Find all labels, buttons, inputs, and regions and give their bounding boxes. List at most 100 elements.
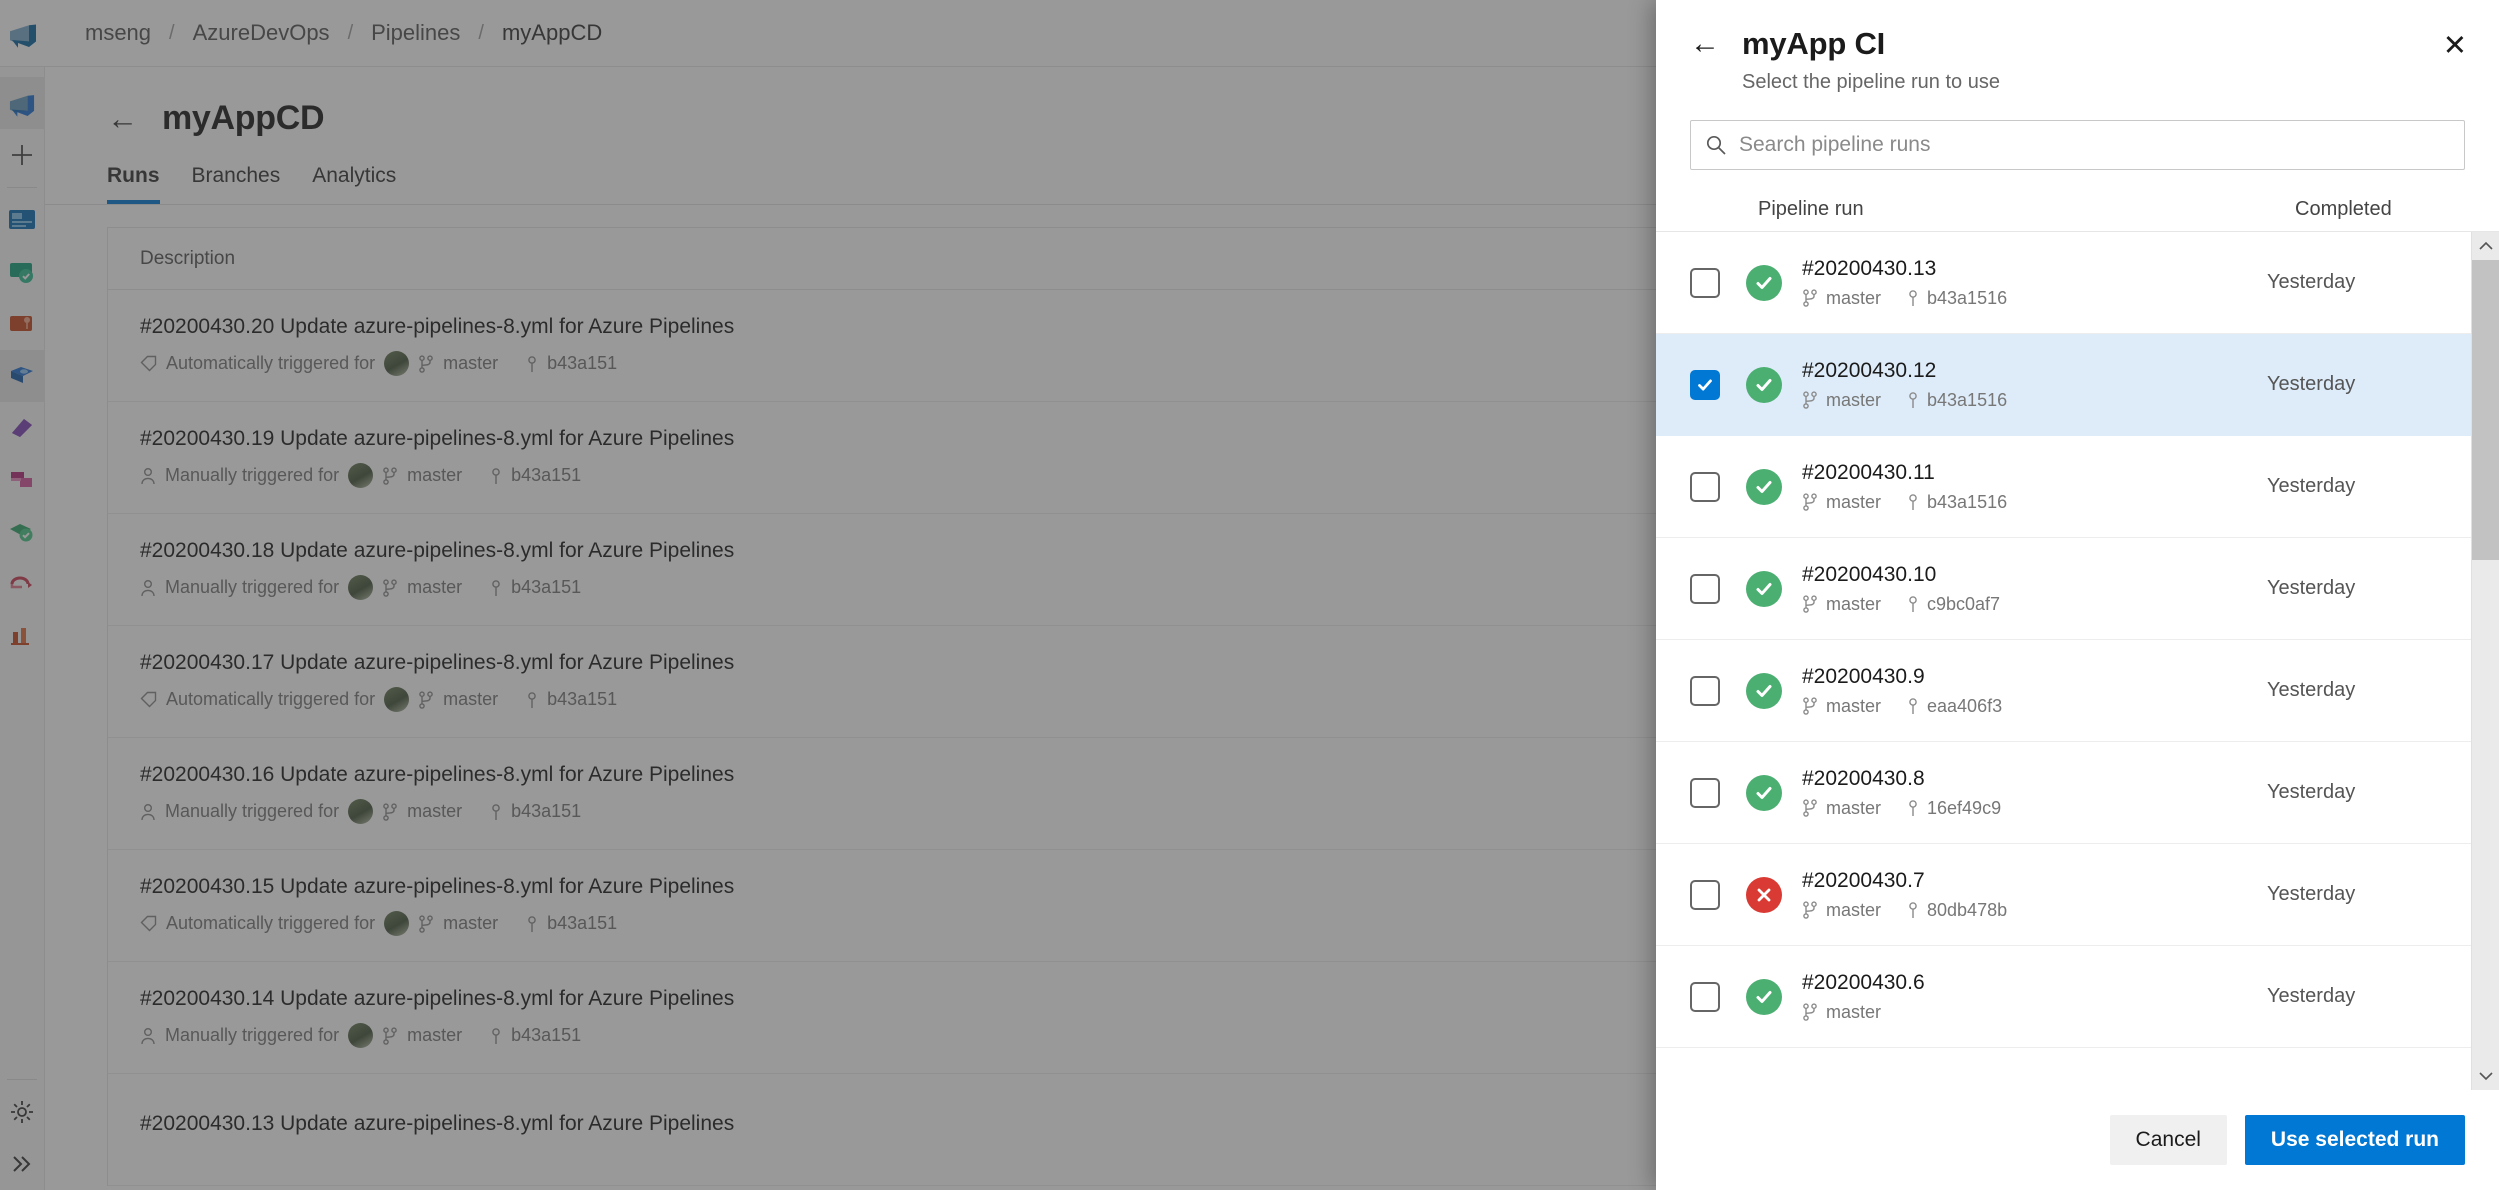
search-input[interactable] [1739, 133, 2450, 157]
pipeline-run-row[interactable]: #20200430.9 master eaa406f3 Yesterday [1656, 640, 2471, 742]
run-branch-label: master [1826, 899, 1882, 920]
branch-icon [1802, 901, 1818, 919]
pipeline-run-meta: master b43a1516 [1802, 288, 2267, 309]
pipeline-run-completed: Yesterday [2267, 271, 2356, 293]
commit-icon [1907, 799, 1919, 817]
run-branch-label: master [1826, 491, 1882, 512]
list-column-headers: Pipeline run Completed [1656, 170, 2499, 232]
pipeline-run-id: #20200430.11 [1802, 460, 1935, 484]
search-box[interactable] [1690, 120, 2465, 170]
pipeline-run-id: #20200430.12 [1802, 358, 1937, 382]
run-branch-label: master [1826, 389, 1882, 410]
pipeline-run-row[interactable]: #20200430.12 master b43a1516 Yesterday [1656, 334, 2471, 436]
pipeline-run-id: #20200430.7 [1802, 868, 1925, 892]
app-root: mseng / AzureDevOps / Pipelines / myAppC… [0, 0, 2499, 1190]
dialog-title: myApp CI [1742, 26, 1886, 61]
commit-icon [1907, 901, 1919, 919]
branch-icon [1802, 1003, 1818, 1021]
pipeline-run-id: #20200430.10 [1802, 562, 1937, 586]
run-commit-label: b43a1516 [1927, 389, 2008, 410]
scrollbar-thumb[interactable] [2472, 260, 2499, 560]
run-branch-label: master [1826, 593, 1882, 614]
run-commit-label: eaa406f3 [1927, 695, 2003, 716]
chevron-up-icon[interactable] [2478, 232, 2493, 260]
column-header-completed: Completed [2295, 198, 2392, 220]
commit-icon [1907, 493, 1919, 511]
status-success-icon [1746, 468, 1782, 505]
pipeline-run-completed: Yesterday [2267, 373, 2356, 395]
pipeline-run-id: #20200430.8 [1802, 766, 1925, 790]
status-success-icon [1746, 366, 1782, 403]
pipeline-run-main: #20200430.11 master b43a1516 [1802, 461, 2267, 513]
pipeline-run-completed: Yesterday [2267, 883, 2356, 905]
branch-icon [1802, 799, 1818, 817]
search-icon [1705, 134, 1727, 156]
dialog-subtitle: Select the pipeline run to use [1742, 71, 2000, 93]
pipeline-run-main: #20200430.10 master c9bc0af7 [1802, 563, 2267, 615]
pipeline-run-main: #20200430.8 master 16ef49c9 [1802, 767, 2267, 819]
run-checkbox[interactable] [1690, 675, 1720, 706]
status-success-icon [1746, 570, 1782, 607]
commit-icon [1907, 289, 1919, 307]
branch-icon [1802, 697, 1818, 715]
run-commit-label: c9bc0af7 [1927, 593, 2001, 614]
branch-icon [1802, 595, 1818, 613]
run-checkbox[interactable] [1690, 471, 1720, 502]
pipeline-run-row[interactable]: #20200430.6 master Yesterday [1656, 946, 2471, 1048]
use-selected-run-button[interactable]: Use selected run [2244, 1115, 2465, 1165]
pipeline-run-main: #20200430.9 master eaa406f3 [1802, 665, 2267, 717]
column-header-pipeline-run: Pipeline run [1758, 198, 1864, 220]
scrollbar[interactable] [2471, 232, 2499, 1090]
status-success-icon [1746, 774, 1782, 811]
dialog-footer: Cancel Use selected run [1656, 1090, 2499, 1190]
commit-icon [1907, 595, 1919, 613]
run-checkbox[interactable] [1690, 777, 1720, 808]
run-branch-label: master [1826, 1001, 1882, 1022]
close-icon[interactable]: ✕ [2443, 32, 2467, 61]
branch-icon [1802, 493, 1818, 511]
chevron-down-icon[interactable] [2472, 1062, 2499, 1090]
pipeline-run-main: #20200430.7 master 80db478b [1802, 869, 2267, 921]
pipeline-run-completed: Yesterday [2267, 475, 2356, 497]
pipeline-run-meta: master 80db478b [1802, 900, 2267, 921]
search-container [1656, 94, 2499, 170]
pipeline-run-id: #20200430.6 [1802, 970, 1925, 994]
pipeline-run-row[interactable]: #20200430.10 master c9bc0af7 Yesterday [1656, 538, 2471, 640]
pipeline-run-main: #20200430.6 master [1802, 971, 2267, 1023]
run-checkbox[interactable] [1690, 981, 1720, 1012]
dialog-back-arrow-icon[interactable]: ← [1690, 29, 1720, 59]
pipeline-run-row[interactable]: #20200430.11 master b43a1516 Yesterday [1656, 436, 2471, 538]
pipeline-run-meta: master eaa406f3 [1802, 696, 2267, 717]
status-success-icon [1746, 264, 1782, 301]
run-checkbox[interactable] [1690, 573, 1720, 604]
pipeline-run-completed: Yesterday [2267, 985, 2356, 1007]
pipeline-run-meta: master b43a1516 [1802, 492, 2267, 513]
run-commit-label: b43a1516 [1927, 287, 2008, 308]
run-checkbox[interactable] [1690, 879, 1720, 910]
run-commit-label: b43a1516 [1927, 491, 2008, 512]
pipeline-run-meta: master b43a1516 [1802, 390, 2267, 411]
run-commit-label: 16ef49c9 [1927, 797, 2002, 818]
pipeline-run-list-area: #20200430.13 master b43a1516 Yesterday #2020… [1656, 232, 2499, 1090]
pipeline-run-id: #20200430.9 [1802, 664, 1925, 688]
pipeline-run-completed: Yesterday [2267, 781, 2356, 803]
pipeline-run-row[interactable]: #20200430.8 master 16ef49c9 Yesterday [1656, 742, 2471, 844]
pipeline-run-row[interactable]: #20200430.13 master b43a1516 Yesterday [1656, 232, 2471, 334]
dialog-title-row: ← myApp CI [1690, 26, 2465, 62]
pipeline-run-meta: master c9bc0af7 [1802, 594, 2267, 615]
dialog-header: ← myApp CI ✕ Select the pipeline run to … [1656, 0, 2499, 94]
pipeline-run-meta: master [1802, 1002, 2267, 1023]
run-branch-label: master [1826, 287, 1882, 308]
pipeline-run-list: #20200430.13 master b43a1516 Yesterday #2020… [1656, 232, 2471, 1090]
run-checkbox[interactable] [1690, 267, 1720, 298]
pipeline-run-completed: Yesterday [2267, 679, 2356, 701]
pipeline-run-completed: Yesterday [2267, 577, 2356, 599]
pipeline-run-row[interactable]: #20200430.7 master 80db478b Yesterday [1656, 844, 2471, 946]
commit-icon [1907, 697, 1919, 715]
branch-icon [1802, 391, 1818, 409]
run-branch-label: master [1826, 797, 1882, 818]
pipeline-run-main: #20200430.13 master b43a1516 [1802, 257, 2267, 309]
run-commit-label: 80db478b [1927, 899, 2008, 920]
run-checkbox[interactable] [1690, 369, 1720, 400]
cancel-button[interactable]: Cancel [2109, 1115, 2227, 1165]
